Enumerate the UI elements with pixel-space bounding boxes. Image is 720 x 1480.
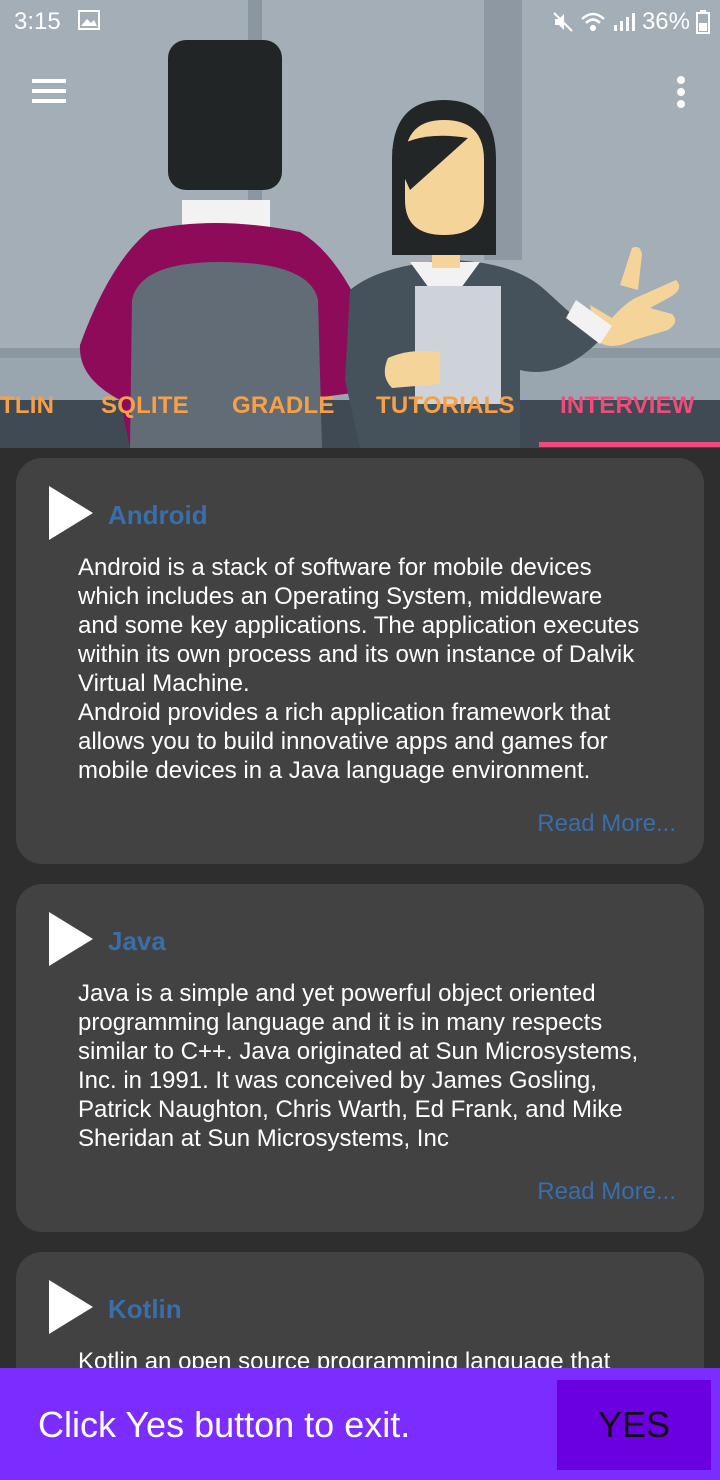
play-triangle-icon xyxy=(49,1280,93,1334)
exit-message: Click Yes button to exit. xyxy=(38,1404,411,1445)
card-body: Android is a stack of software for mobil… xyxy=(78,554,640,784)
card-title: Kotlin xyxy=(108,1294,182,1324)
play-triangle-icon xyxy=(49,912,93,966)
read-more-link[interactable]: Read More... xyxy=(537,810,676,838)
tab-sqlite[interactable]: SQLITE xyxy=(101,392,189,420)
card-android: Android Android is a stack of software f… xyxy=(16,458,704,864)
status-time: 3:15 xyxy=(14,8,61,35)
yes-button[interactable]: YES xyxy=(557,1380,711,1470)
exit-snackbar: Click Yes button to exit. YES xyxy=(0,1368,720,1480)
status-bar: 3:15 36% xyxy=(0,0,720,44)
tab-interview[interactable]: INTERVIEW xyxy=(560,392,695,420)
card-title: Java xyxy=(108,926,166,956)
tab-kotlin[interactable]: TLIN xyxy=(0,392,54,420)
mute-icon xyxy=(553,12,573,32)
card-kotlin: Kotlin Kotlin an open source programming… xyxy=(16,1252,704,1368)
content-list[interactable]: Android Android is a stack of software f… xyxy=(0,448,720,1368)
card-body: Kotlin an open source programming langua… xyxy=(78,1348,611,1368)
card-body: Java is a simple and yet powerful object… xyxy=(78,980,639,1152)
tab-indicator xyxy=(539,442,720,447)
gallery-notification-icon xyxy=(78,10,100,30)
card-java: Java Java is a simple and yet powerful o… xyxy=(16,884,704,1232)
battery-percent: 36% xyxy=(641,8,690,35)
battery-icon xyxy=(696,10,710,34)
hamburger-menu-icon[interactable] xyxy=(28,74,70,108)
header-banner: 3:15 36% TLIN SQLITE GRADLE TUTORIALS IN… xyxy=(0,0,720,448)
read-more-link[interactable]: Read More... xyxy=(537,1178,676,1206)
card-title: Android xyxy=(108,500,208,530)
status-right: 36% xyxy=(552,8,710,36)
wifi-icon xyxy=(581,12,605,31)
tab-tutorials[interactable]: TUTORIALS xyxy=(376,392,515,420)
play-triangle-icon xyxy=(49,486,93,540)
more-vert-icon[interactable] xyxy=(668,72,694,112)
tab-gradle[interactable]: GRADLE xyxy=(232,392,335,420)
signal-icon xyxy=(613,13,635,31)
tab-bar: TLIN SQLITE GRADLE TUTORIALS INTERVIEW xyxy=(0,380,720,448)
